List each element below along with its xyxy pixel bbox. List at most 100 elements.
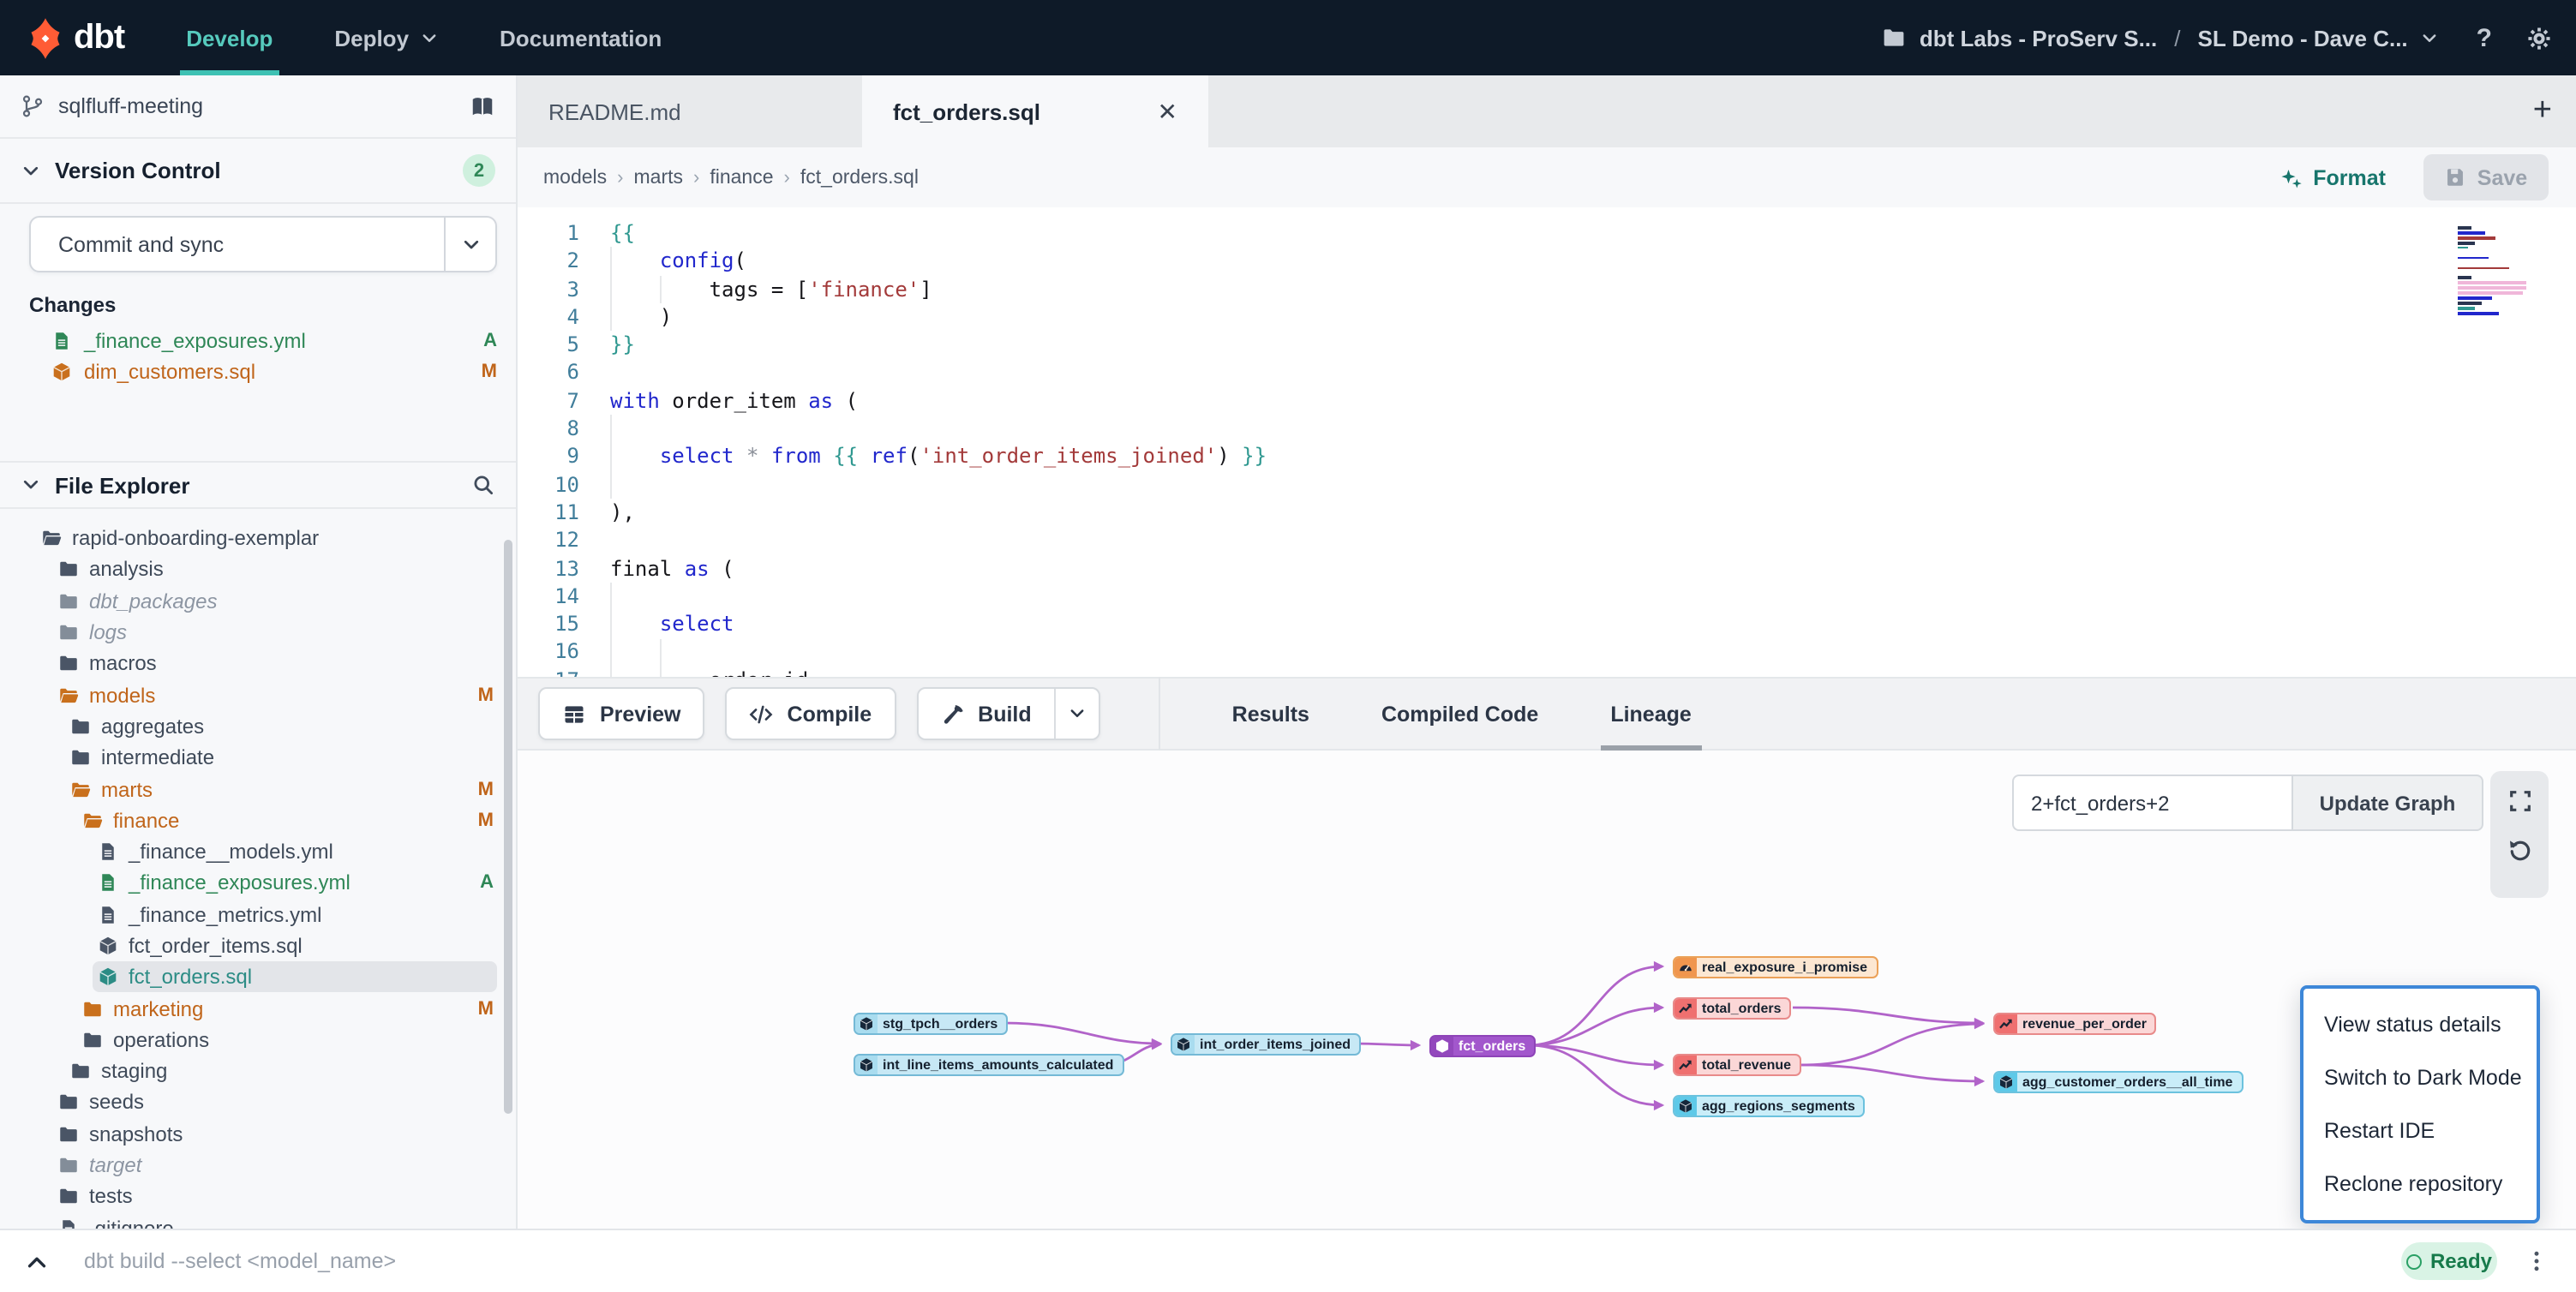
file-tree-item-target[interactable]: target — [0, 1150, 518, 1181]
file-tree-item-gitignore[interactable]: .gitignore — [0, 1212, 518, 1229]
file-tree-item-logs[interactable]: logs — [0, 617, 518, 649]
lineage-node-agg-customer-orders[interactable]: agg_customer_orders__all_time — [1993, 1070, 2243, 1092]
code-editor[interactable]: 1{{ 2 config( 3 tags = ['finance'] 4 ) 5… — [518, 207, 2576, 677]
menu-reclone-repository[interactable]: Reclone repository — [2303, 1171, 2537, 1195]
file-explorer-header[interactable]: File Explorer — [0, 461, 516, 509]
breadcrumb-finance[interactable]: finance — [710, 167, 800, 188]
lineage-node-revenue-per-order[interactable]: revenue_per_order — [1993, 1012, 2157, 1034]
lineage-node-total-revenue[interactable]: total_revenue — [1673, 1054, 1801, 1076]
model-cube-icon — [1172, 1033, 1195, 1056]
commit-and-sync-button[interactable]: Commit and sync — [29, 216, 497, 272]
file-tree-item-dbt-packages[interactable]: dbt_packages — [0, 585, 518, 617]
lineage-node-stg-tpch-orders[interactable]: stg_tpch__orders — [854, 1012, 1008, 1034]
lineage-node-real-exposure[interactable]: real_exposure_i_promise — [1673, 955, 1878, 978]
changed-file-dim-customers[interactable]: dim_customers.sql M — [51, 356, 497, 387]
file-tree-item-analysis[interactable]: analysis — [0, 554, 518, 586]
tab-lineage[interactable]: Lineage — [1610, 677, 1692, 751]
lineage-node-agg-regions-segments[interactable]: agg_regions_segments — [1673, 1094, 1866, 1116]
file-tree-item-finance[interactable]: financeM — [0, 805, 518, 836]
file-tree-item-fct-orders-selected[interactable]: fct_orders.sql — [93, 961, 497, 993]
gear-icon[interactable] — [2526, 25, 2552, 51]
file-tree-item-tests[interactable]: tests — [0, 1181, 518, 1212]
update-graph-button[interactable]: Update Graph — [2291, 775, 2483, 831]
build-options-dropdown[interactable] — [1054, 689, 1099, 739]
lineage-node-total-orders[interactable]: total_orders — [1673, 996, 1791, 1019]
close-icon[interactable]: ✕ — [1158, 97, 1177, 126]
folder-icon — [58, 1092, 79, 1113]
breadcrumb-models[interactable]: models — [543, 167, 634, 188]
folder-icon — [70, 1061, 91, 1081]
tab-readme[interactable]: README.md — [518, 75, 862, 147]
status-bar: Ready — [0, 1229, 2576, 1292]
reset-graph-icon[interactable] — [2507, 838, 2532, 864]
save-button[interactable]: Save — [2423, 154, 2549, 200]
changed-file-finance-exposures[interactable]: _finance_exposures.yml A — [51, 326, 497, 356]
lineage-node-fct-orders-selected[interactable]: fct_orders — [1429, 1035, 1536, 1057]
tab-results[interactable]: Results — [1232, 677, 1309, 751]
dbt-logo[interactable]: dbt — [24, 16, 124, 59]
breadcrumb-separator: / — [2174, 25, 2180, 51]
file-tree-item-finance-models-yml[interactable]: _finance__models.yml — [0, 836, 518, 868]
fullscreen-icon[interactable] — [2507, 788, 2532, 814]
search-icon[interactable] — [471, 473, 495, 497]
menu-restart-ide[interactable]: Restart IDE — [2303, 1119, 2537, 1143]
tab-compiled-code[interactable]: Compiled Code — [1381, 677, 1538, 751]
build-button[interactable]: Build — [918, 689, 1054, 739]
folder-icon — [82, 1030, 103, 1050]
breadcrumb-marts[interactable]: marts — [634, 167, 710, 188]
version-control-header[interactable]: Version Control 2 — [0, 139, 516, 204]
menu-view-status-details[interactable]: View status details — [2303, 1014, 2537, 1038]
gauge-exposure-icon — [1674, 955, 1697, 978]
dbt-logo-icon — [24, 16, 67, 59]
file-tree-item-fct-order-items[interactable]: fct_order_items.sql — [0, 930, 518, 962]
metric-chart-icon — [1674, 1054, 1697, 1076]
model-cube-icon — [98, 936, 118, 956]
file-tree-item-snapshots[interactable]: snapshots — [0, 1118, 518, 1150]
file-tree-item-intermediate[interactable]: intermediate — [0, 742, 518, 774]
status-modified: M — [478, 810, 494, 831]
kebab-menu-icon[interactable] — [2525, 1249, 2549, 1273]
lineage-node-int-order-items-joined[interactable]: int_order_items_joined — [1171, 1033, 1361, 1056]
ready-status-badge[interactable]: Ready — [2401, 1242, 2497, 1280]
dbt-command-input[interactable] — [81, 1247, 2401, 1275]
folder-icon — [70, 747, 91, 768]
file-tree-item-marts[interactable]: martsM — [0, 774, 518, 805]
format-button[interactable]: Format — [2279, 165, 2386, 189]
file-tree-item-root[interactable]: rapid-onboarding-exemplar — [0, 523, 518, 554]
model-cube-icon — [855, 1012, 878, 1034]
project-name: SL Demo - Dave C... — [2198, 25, 2408, 51]
file-tree-item-operations[interactable]: operations — [0, 1025, 518, 1056]
code-line: with order_item as ( — [610, 387, 858, 416]
file-tree: rapid-onboarding-exemplar analysis dbt_p… — [0, 523, 518, 1229]
file-tree-item-macros[interactable]: macros — [0, 648, 518, 679]
docs-book-icon[interactable] — [470, 93, 495, 119]
preview-button[interactable]: Preview — [538, 687, 705, 740]
file-tree-item-staging[interactable]: staging — [0, 1056, 518, 1087]
tab-fct-orders[interactable]: fct_orders.sql✕ — [862, 75, 1208, 147]
minimap[interactable] — [2458, 226, 2537, 317]
file-tree-scrollbar[interactable] — [504, 540, 512, 1114]
status-dot-icon — [2406, 1253, 2422, 1269]
lineage-selector-input[interactable] — [2012, 775, 2291, 831]
lineage-node-int-line-items[interactable]: int_line_items_amounts_calculated — [854, 1054, 1123, 1076]
file-tree-item-finance-metrics-yml[interactable]: _finance_metrics.yml — [0, 899, 518, 930]
file-tree-item-finance-exposures-yml[interactable]: _finance_exposures.ymlA — [0, 868, 518, 900]
account-project-switcher[interactable]: dbt Labs - ProServ S... / SL Demo - Dave… — [1920, 25, 2439, 51]
help-icon[interactable]: ? — [2477, 23, 2492, 52]
file-tree-item-aggregates[interactable]: aggregates — [0, 711, 518, 743]
chevron-up-icon[interactable] — [24, 1248, 50, 1274]
folder-icon — [82, 998, 103, 1019]
model-cube-icon — [1431, 1035, 1453, 1057]
commit-options-dropdown[interactable] — [444, 218, 495, 271]
file-tree-item-marketing[interactable]: marketingM — [0, 993, 518, 1025]
compile-button[interactable]: Compile — [726, 687, 896, 740]
nav-deploy[interactable]: Deploy — [334, 0, 438, 75]
file-icon — [58, 1217, 79, 1229]
nav-develop[interactable]: Develop — [186, 0, 273, 75]
new-tab-button[interactable]: + — [2533, 93, 2552, 130]
file-tree-item-models[interactable]: modelsM — [0, 679, 518, 711]
yml-file-icon — [98, 873, 118, 894]
file-tree-item-seeds[interactable]: seeds — [0, 1087, 518, 1119]
nav-documentation[interactable]: Documentation — [500, 0, 662, 75]
menu-switch-dark-mode[interactable]: Switch to Dark Mode — [2303, 1066, 2537, 1090]
